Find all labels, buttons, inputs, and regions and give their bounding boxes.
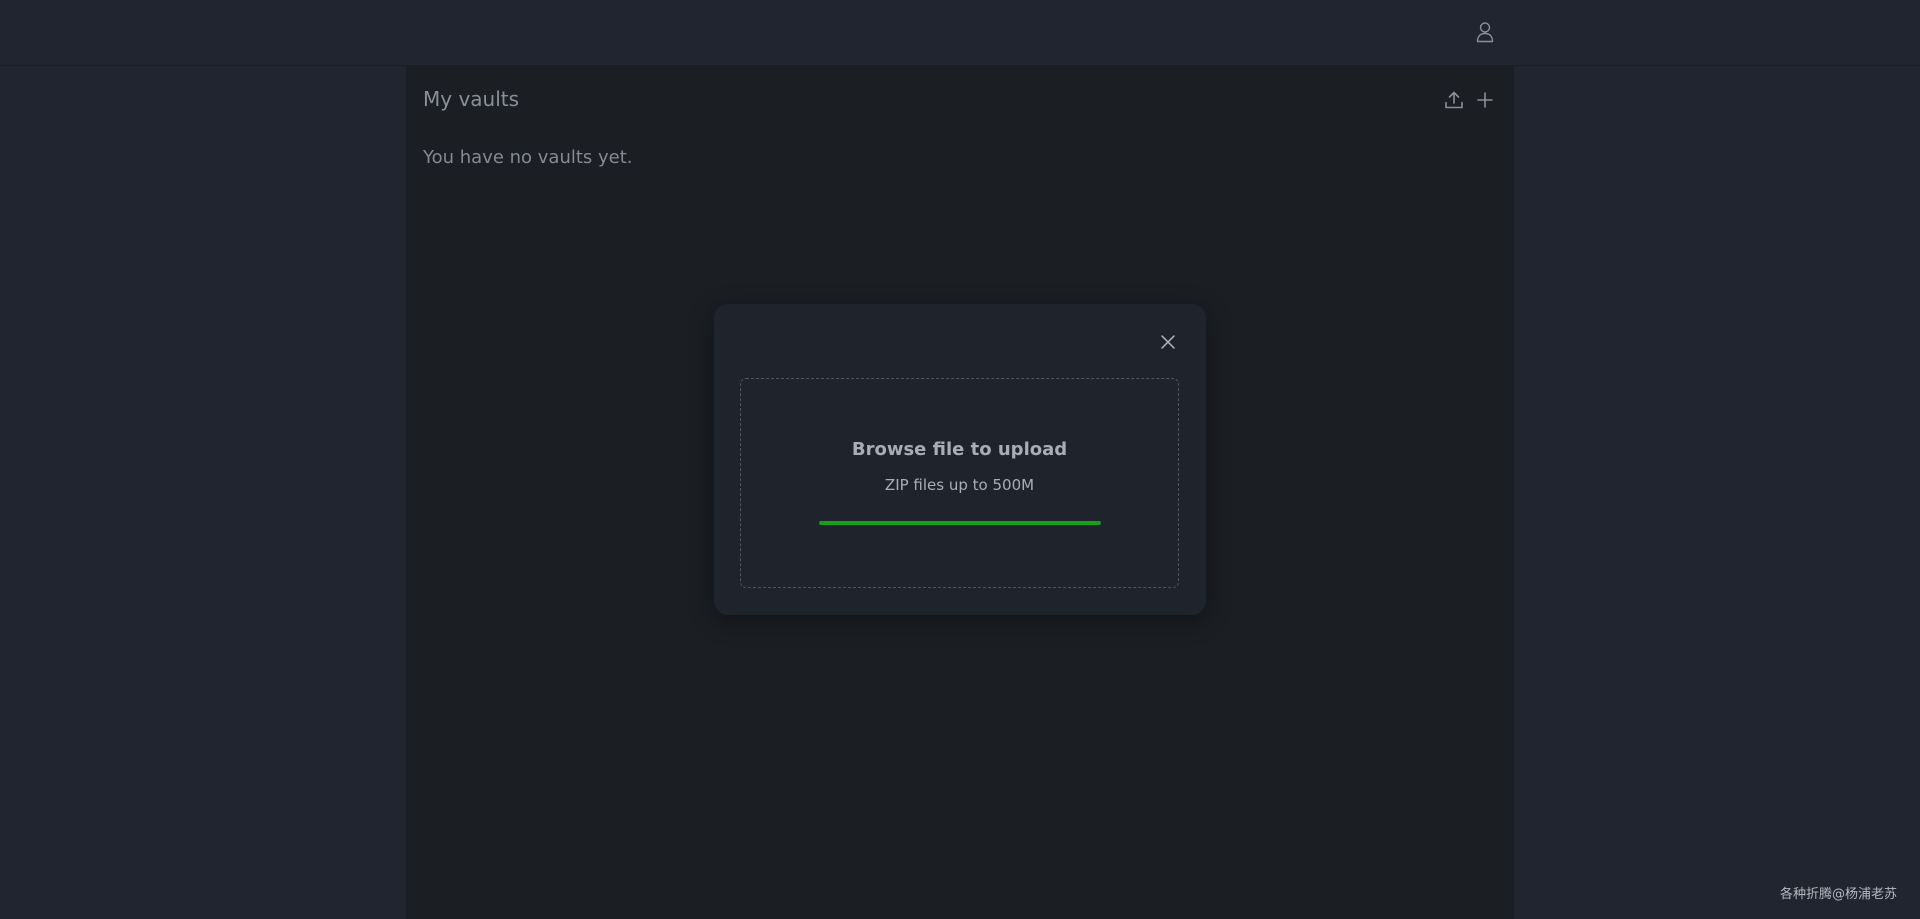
file-dropzone[interactable]: Browse file to upload ZIP files up to 50… — [740, 378, 1179, 588]
upload-modal: Browse file to upload ZIP files up to 50… — [714, 304, 1206, 615]
close-icon — [1161, 335, 1175, 349]
upload-vault-button[interactable] — [1442, 88, 1466, 112]
user-icon — [1476, 22, 1494, 43]
plus-icon — [1477, 92, 1493, 108]
watermark-text: 各种折腾@杨浦老苏 — [1780, 887, 1898, 902]
modal-close-button[interactable] — [1156, 330, 1180, 354]
top-bar — [0, 0, 1920, 66]
user-account-button[interactable] — [1473, 19, 1497, 45]
add-vault-button[interactable] — [1473, 88, 1497, 112]
empty-vaults-message: You have no vaults yet. — [423, 147, 633, 168]
upload-progress-fill — [819, 521, 1101, 525]
file-limit-hint: ZIP files up to 500M — [884, 476, 1035, 494]
upload-icon — [1445, 91, 1463, 109]
page-title: My vaults — [423, 87, 520, 111]
browse-file-label: Browse file to upload — [851, 439, 1068, 460]
upload-progress-bar — [819, 521, 1101, 525]
